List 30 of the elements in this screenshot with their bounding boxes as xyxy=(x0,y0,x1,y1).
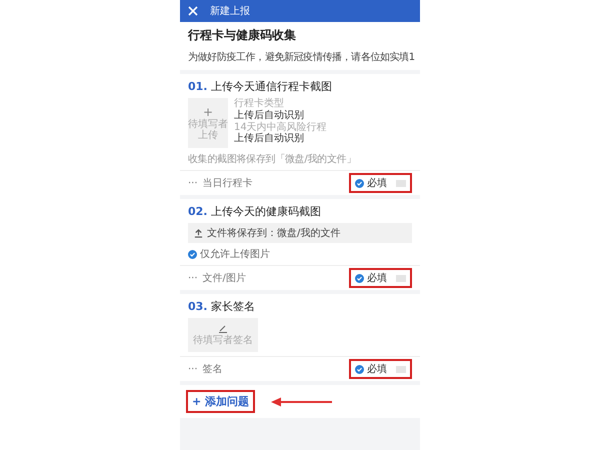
close-icon[interactable] xyxy=(188,6,198,16)
upload-icon xyxy=(194,228,203,238)
required-toggle[interactable]: 必填 xyxy=(349,173,412,193)
option-checkbox[interactable] xyxy=(188,250,197,258)
save-path-text: 文件将保存到：微盘/我的文件 xyxy=(207,226,340,240)
more-options[interactable]: ··· xyxy=(188,364,198,374)
field-label: 行程卡类型 xyxy=(234,98,285,110)
more-options[interactable]: ··· xyxy=(188,272,198,284)
pen-icon xyxy=(218,324,228,332)
header-title: 新建上报 xyxy=(210,4,250,18)
question-type: 文件/图片 xyxy=(202,272,247,285)
question-type: 签名 xyxy=(202,363,224,376)
signature-placeholder: 待填写者签名 xyxy=(193,334,253,346)
question-title: 01. 上传今天通信行程卡截图 xyxy=(188,79,333,94)
option-label: 仅允许上传图片 xyxy=(200,248,270,261)
required-toggle[interactable]: 必填 xyxy=(349,359,412,379)
save-note: 收集的截图将保存到「微盘/我的文件」 xyxy=(188,152,357,166)
field-label: 14天内中高风险行程 xyxy=(234,122,327,132)
annotation-arrow xyxy=(271,396,334,406)
field-value: 上传后自动识别 xyxy=(234,110,305,122)
add-question-button[interactable]: + 添加问题 xyxy=(186,390,256,413)
question-type: 当日行程卡 xyxy=(202,176,254,190)
form-description: 为做好防疫工作，避免新冠疫情传播，请各位如实填1 xyxy=(188,50,412,64)
question-title: 02. 上传今天的健康码截图 xyxy=(188,204,322,219)
required-toggle[interactable]: 必填 xyxy=(349,268,412,288)
form-title: 行程卡与健康码收集 xyxy=(188,27,297,44)
field-value: 上传后自动识别 xyxy=(234,133,305,145)
more-options[interactable]: ··· xyxy=(188,178,198,188)
upload-tile[interactable]: + 待填写者上传 xyxy=(188,98,228,148)
question-title: 03. 家长签名 xyxy=(188,299,256,314)
